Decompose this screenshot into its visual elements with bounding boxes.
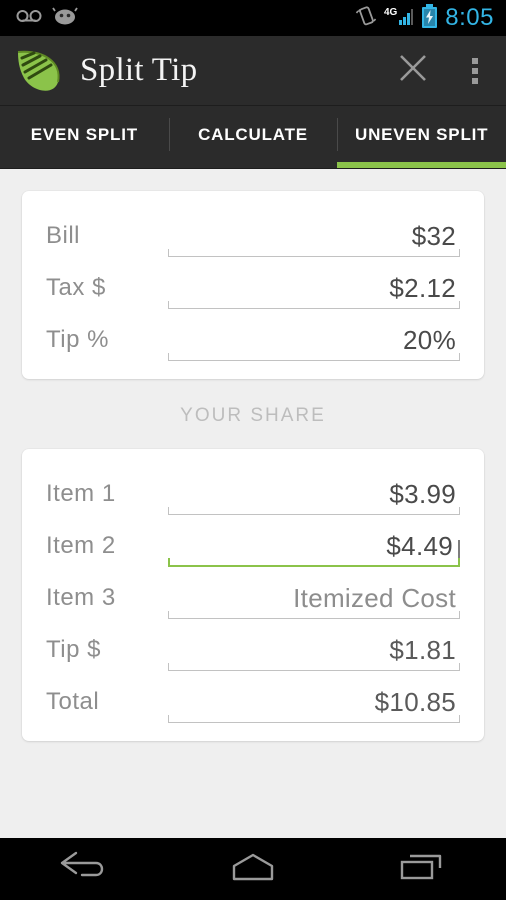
- close-button[interactable]: [382, 36, 444, 106]
- battery-charging-icon: [421, 3, 438, 33]
- status-bar: 4G 8:05: [0, 0, 506, 36]
- tip-percent-row: Tip % 20%: [46, 309, 460, 361]
- item-3-row: Item 3 Itemized Cost: [46, 567, 460, 619]
- bill-card: Bill $32 Tax $ $2.12 Tip % 20%: [22, 191, 484, 379]
- leaf-logo-icon: [14, 48, 68, 94]
- tip-percent-label: Tip %: [46, 326, 109, 353]
- item-2-row: Item 2 $4.49: [46, 515, 460, 567]
- total-label: Total: [46, 688, 100, 715]
- total-input[interactable]: $10.85: [168, 679, 460, 723]
- your-share-heading: YOUR SHARE: [180, 405, 326, 426]
- 4g-signal-icon: 4G: [384, 5, 414, 32]
- status-bar-clock: 8:05: [445, 4, 494, 31]
- item-3-underline: [168, 611, 460, 619]
- android-head-icon: [52, 6, 78, 31]
- total-underline: [168, 715, 460, 723]
- tip-dollar-row: Tip $ $1.81: [46, 619, 460, 671]
- content-area: Bill $32 Tax $ $2.12 Tip % 20% YOUR SHAR…: [0, 169, 506, 838]
- status-bar-left-icons: [0, 6, 78, 31]
- item-2-label: Item 2: [46, 532, 116, 559]
- item-1-label: Item 1: [46, 480, 116, 507]
- vibrate-icon: [355, 5, 377, 32]
- overflow-menu-icon: [472, 57, 478, 84]
- back-icon: [56, 849, 112, 890]
- phone-screen: 4G 8:05 Split Tip EVEN SPLIT CALCULATE U…: [0, 0, 506, 900]
- action-bar-actions: [382, 36, 506, 106]
- item-3-label: Item 3: [46, 584, 116, 611]
- tax-label: Tax $: [46, 274, 106, 301]
- close-icon: [396, 51, 430, 90]
- recents-icon: [396, 850, 448, 889]
- item-3-input[interactable]: Itemized Cost: [168, 575, 460, 619]
- action-bar: Split Tip: [0, 36, 506, 106]
- bill-underline: [168, 249, 460, 257]
- tip-dollar-input[interactable]: $1.81: [168, 627, 460, 671]
- tab-uneven-split[interactable]: UNEVEN SPLIT: [337, 106, 506, 169]
- tax-underline: [168, 301, 460, 309]
- recents-button[interactable]: [367, 838, 477, 900]
- tax-input[interactable]: $2.12: [168, 265, 460, 309]
- tab-calculate-label: CALCULATE: [198, 124, 308, 144]
- item-1-underline: [168, 507, 460, 515]
- home-icon: [226, 850, 280, 889]
- back-button[interactable]: [29, 838, 139, 900]
- item-2-input[interactable]: $4.49: [168, 523, 460, 567]
- tab-bar: EVEN SPLIT CALCULATE UNEVEN SPLIT: [0, 106, 506, 169]
- item-1-row: Item 1 $3.99: [46, 463, 460, 515]
- tip-percent-underline: [168, 353, 460, 361]
- status-bar-right-icons: 4G 8:05: [355, 3, 506, 33]
- total-row: Total $10.85: [46, 671, 460, 723]
- tab-even-split[interactable]: EVEN SPLIT: [0, 106, 169, 169]
- overflow-menu-button[interactable]: [444, 36, 506, 106]
- tab-even-split-label: EVEN SPLIT: [30, 124, 138, 144]
- voicemail-icon: [16, 8, 42, 29]
- bill-label: Bill: [46, 222, 81, 249]
- item-1-input[interactable]: $3.99: [168, 471, 460, 515]
- your-share-card: Item 1 $3.99 Item 2 $4.49 Item 3 Itemize…: [22, 449, 484, 741]
- tip-dollar-underline: [168, 663, 460, 671]
- tab-calculate[interactable]: CALCULATE: [168, 106, 338, 169]
- navigation-bar: [0, 838, 506, 900]
- svg-text:4G: 4G: [384, 7, 398, 18]
- tip-dollar-label: Tip $: [46, 636, 101, 663]
- app-title: Split Tip: [80, 52, 198, 88]
- tab-uneven-split-label: UNEVEN SPLIT: [355, 124, 489, 144]
- home-button[interactable]: [198, 838, 308, 900]
- tax-row: Tax $ $2.12: [46, 257, 460, 309]
- item-2-underline-focused: [168, 558, 460, 567]
- tip-percent-input[interactable]: 20%: [168, 317, 460, 361]
- bill-input[interactable]: $32: [168, 213, 460, 257]
- bill-row: Bill $32: [46, 205, 460, 257]
